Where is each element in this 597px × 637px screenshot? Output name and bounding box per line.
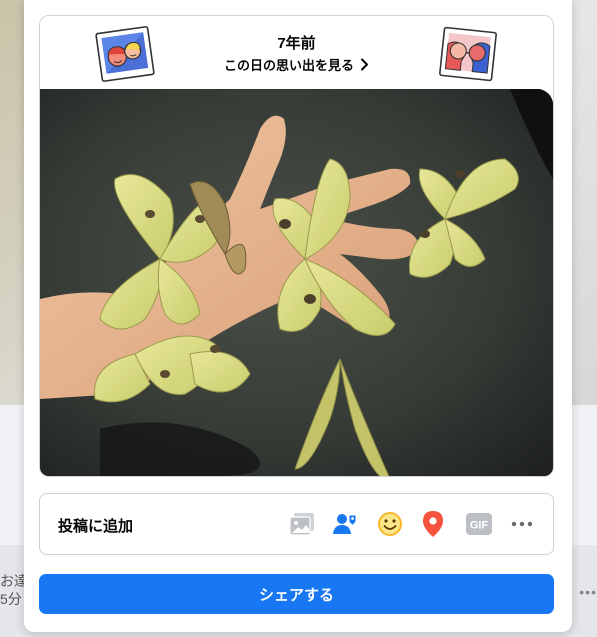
feeling-button[interactable] (375, 509, 405, 539)
memory-card: 7年前 この日の思い出を見る (39, 15, 554, 477)
svg-text:GIF: GIF (470, 520, 489, 532)
add-to-post-bar: 投稿に追加 GIF (39, 493, 554, 555)
location-pin-icon (423, 511, 443, 537)
add-to-post-label: 投稿に追加 (58, 518, 134, 535)
gif-button[interactable]: GIF (464, 509, 494, 539)
feeling-icon (378, 512, 402, 536)
gif-icon: GIF (466, 513, 492, 535)
check-in-button[interactable] (418, 509, 448, 539)
add-photo-button[interactable] (287, 509, 317, 539)
see-memories-label: この日の思い出を見る (223, 58, 354, 73)
photo-icon (289, 513, 314, 536)
more-icon (511, 521, 533, 527)
tag-people-button[interactable] (330, 509, 360, 539)
memory-header: 7年前 この日の思い出を見る (40, 16, 553, 89)
memory-photo[interactable] (40, 89, 553, 476)
chevron-right-icon (361, 58, 368, 71)
tag-people-icon (333, 514, 357, 534)
more-options-button[interactable] (507, 509, 537, 539)
kiss-sticker-icon (439, 26, 497, 82)
share-memory-dialog: 7年前 この日の思い出を見る 投稿に追加 GIF シェアする (24, 0, 572, 632)
share-button[interactable]: シェアする (39, 574, 554, 614)
background-more-icon: ••• (579, 584, 597, 600)
